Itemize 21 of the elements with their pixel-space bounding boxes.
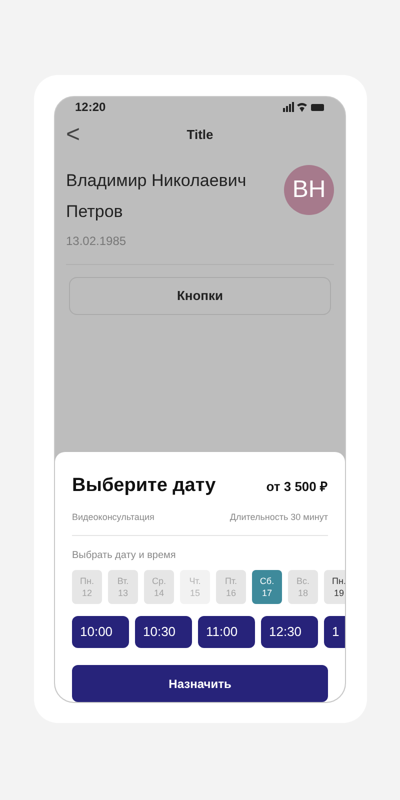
time-slot[interactable]: 1 xyxy=(324,616,345,648)
time-slot[interactable]: 10:00 xyxy=(72,616,129,648)
section-label: Выбрать дату и время xyxy=(72,549,177,563)
birth-date: 13.02.1985 xyxy=(66,233,128,250)
time-slot[interactable]: 10:30 xyxy=(135,616,192,648)
service-type: Видеоконсультация xyxy=(72,510,154,524)
day-chip[interactable]: Пн. 19 xyxy=(324,570,345,604)
status-icons xyxy=(283,102,325,112)
avatar: ВН xyxy=(284,165,334,215)
back-button[interactable]: < xyxy=(63,123,83,147)
day-chip[interactable]: Сб. 17 xyxy=(252,570,282,604)
submit-button[interactable]: Назначить xyxy=(72,665,328,702)
time-slot[interactable]: 11:00 xyxy=(198,616,255,648)
duration: Длительность 30 минут xyxy=(230,510,328,524)
status-time: 12:20 xyxy=(75,99,106,116)
action-button[interactable]: Кнопки xyxy=(69,277,331,315)
screen-title: Title xyxy=(186,126,214,144)
price: от 3 500 ₽ xyxy=(266,478,328,496)
patient-name: Владимир Николаевич Петров xyxy=(66,170,248,223)
time-slot[interactable]: 12:30 xyxy=(261,616,318,648)
sheet-title: Выберите дату xyxy=(72,474,216,498)
